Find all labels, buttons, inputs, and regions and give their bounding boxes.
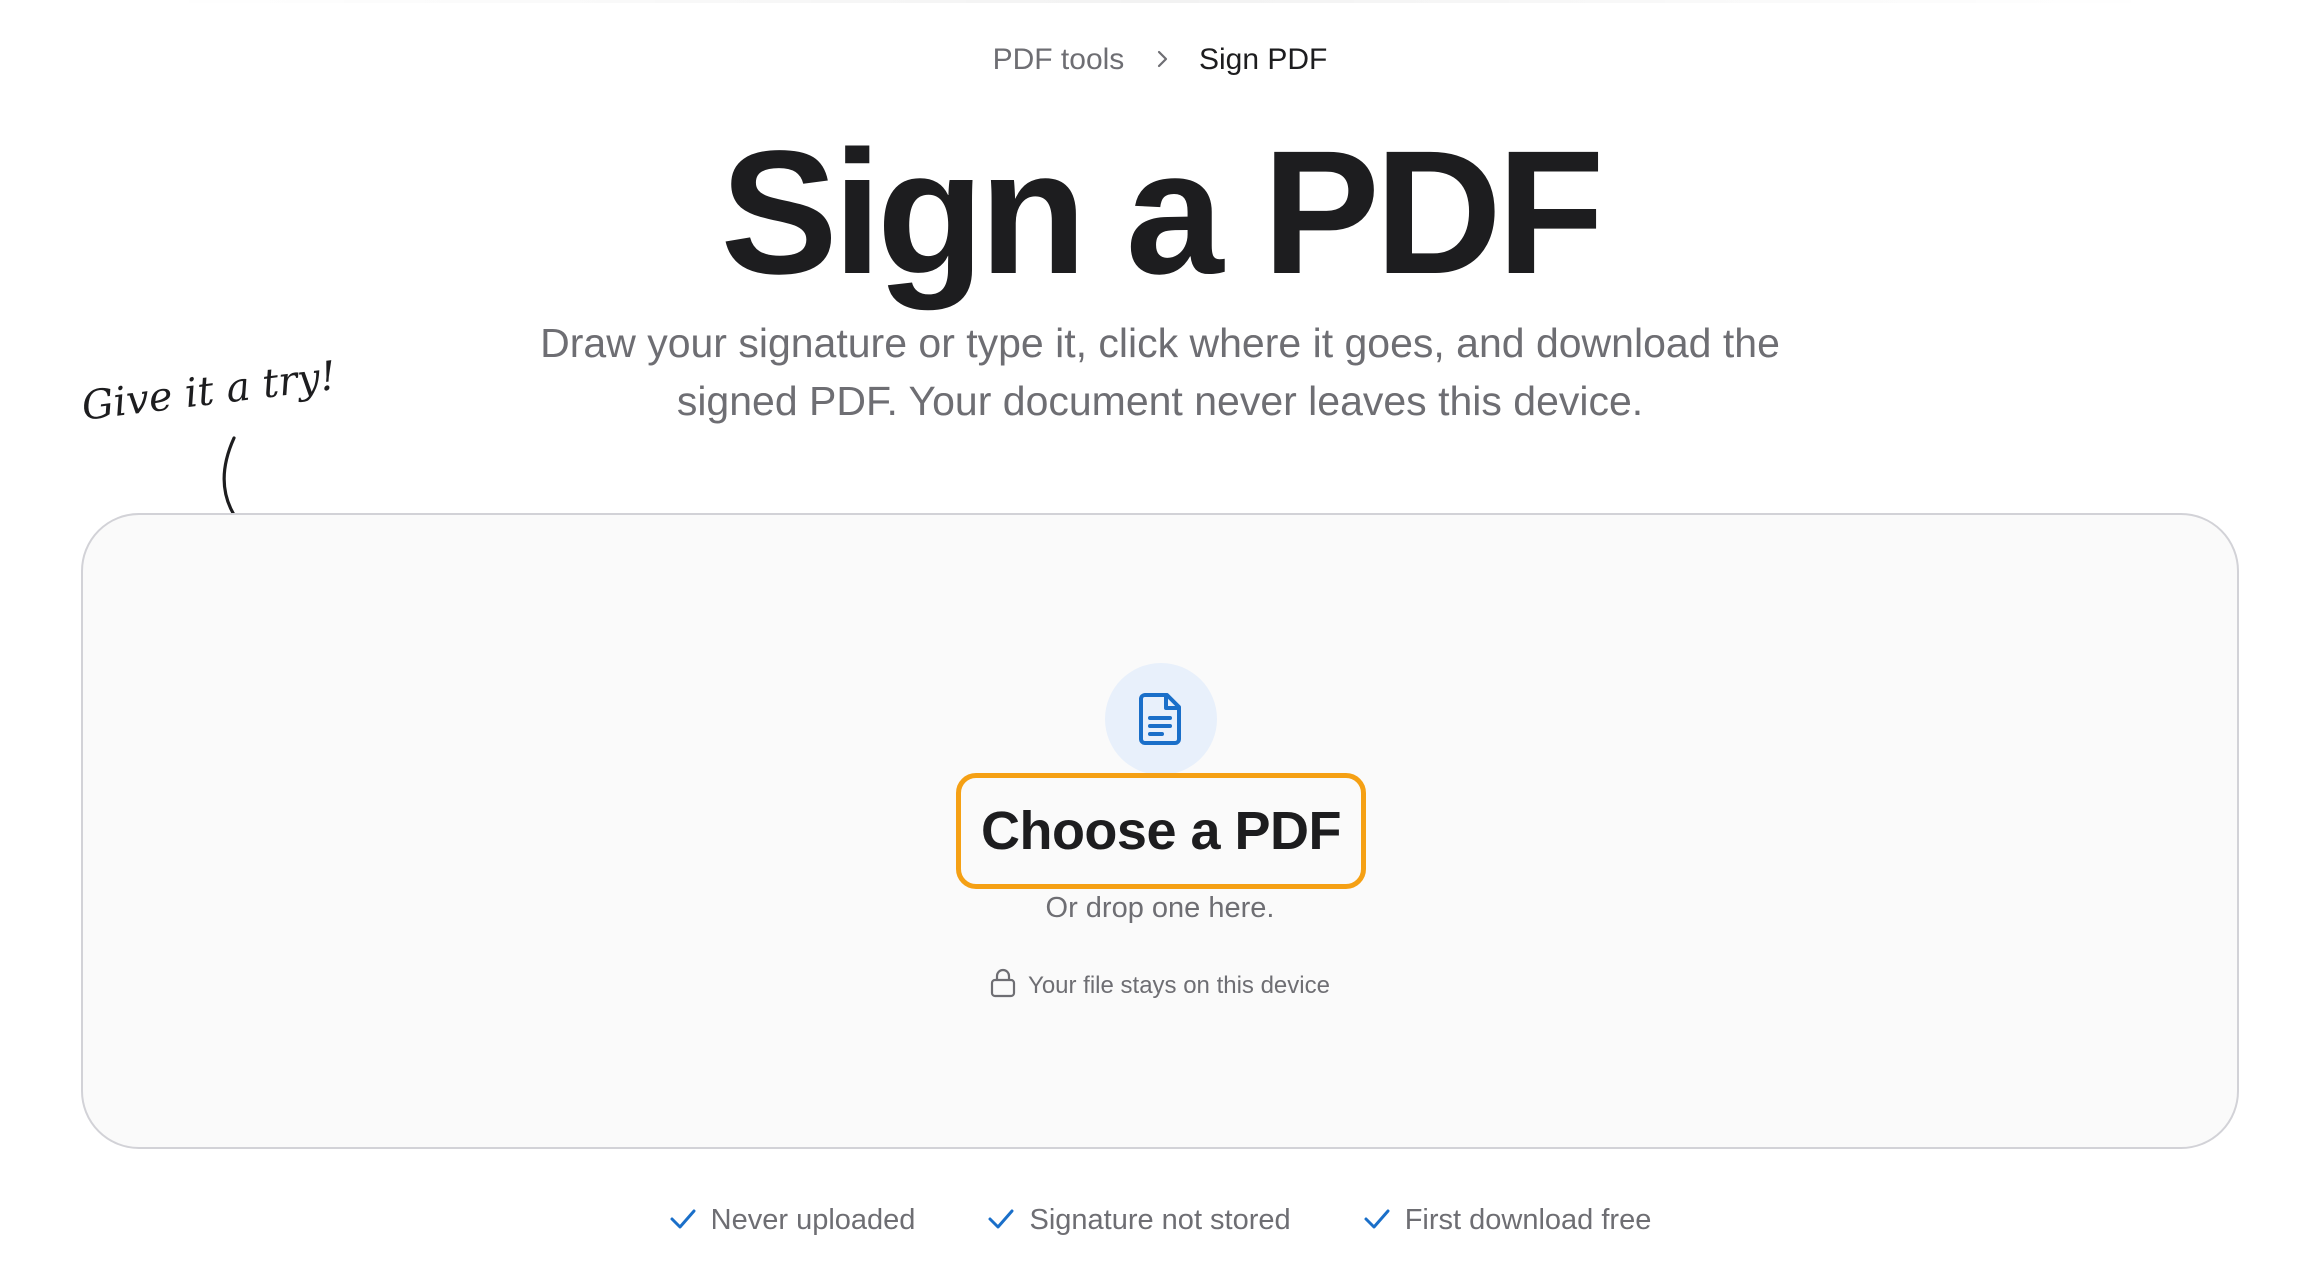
privacy-note-text: Your file stays on this device [1028,972,1330,999]
feature-item: Never uploaded [669,1201,916,1239]
file-document-icon [1139,693,1181,745]
feature-item: Signature not stored [987,1201,1291,1239]
choose-pdf-button[interactable]: Choose a PDF [956,773,1366,889]
page-subtitle: Draw your signature or type it, click wh… [540,320,1780,424]
page: PDF tools Sign PDF Sign a PDF Draw your … [0,0,2320,1288]
file-icon-badge [1105,663,1217,775]
feature-label: Never uploaded [710,1204,916,1236]
top-divider [150,0,2170,3]
feature-label: Signature not stored [1029,1204,1291,1236]
breadcrumb-current: Sign PDF [1199,43,1328,76]
check-icon [670,1209,696,1229]
page-title: Sign a PDF [720,115,1605,311]
breadcrumb: PDF tools Sign PDF [0,42,2320,78]
feature-item: First download free [1363,1201,1652,1239]
drop-hint-text: Or drop one here. [1045,892,1275,924]
feature-list: Never uploaded Signature not stored Firs… [0,1201,2320,1239]
breadcrumb-link-pdf-tools[interactable]: PDF tools [993,43,1125,76]
feature-label: First download free [1404,1204,1652,1236]
lock-icon [990,968,1016,998]
check-icon [1364,1209,1390,1229]
check-icon [988,1209,1014,1229]
chevron-right-icon [1157,50,1167,68]
privacy-note: Your file stays on this device [0,968,2320,1002]
